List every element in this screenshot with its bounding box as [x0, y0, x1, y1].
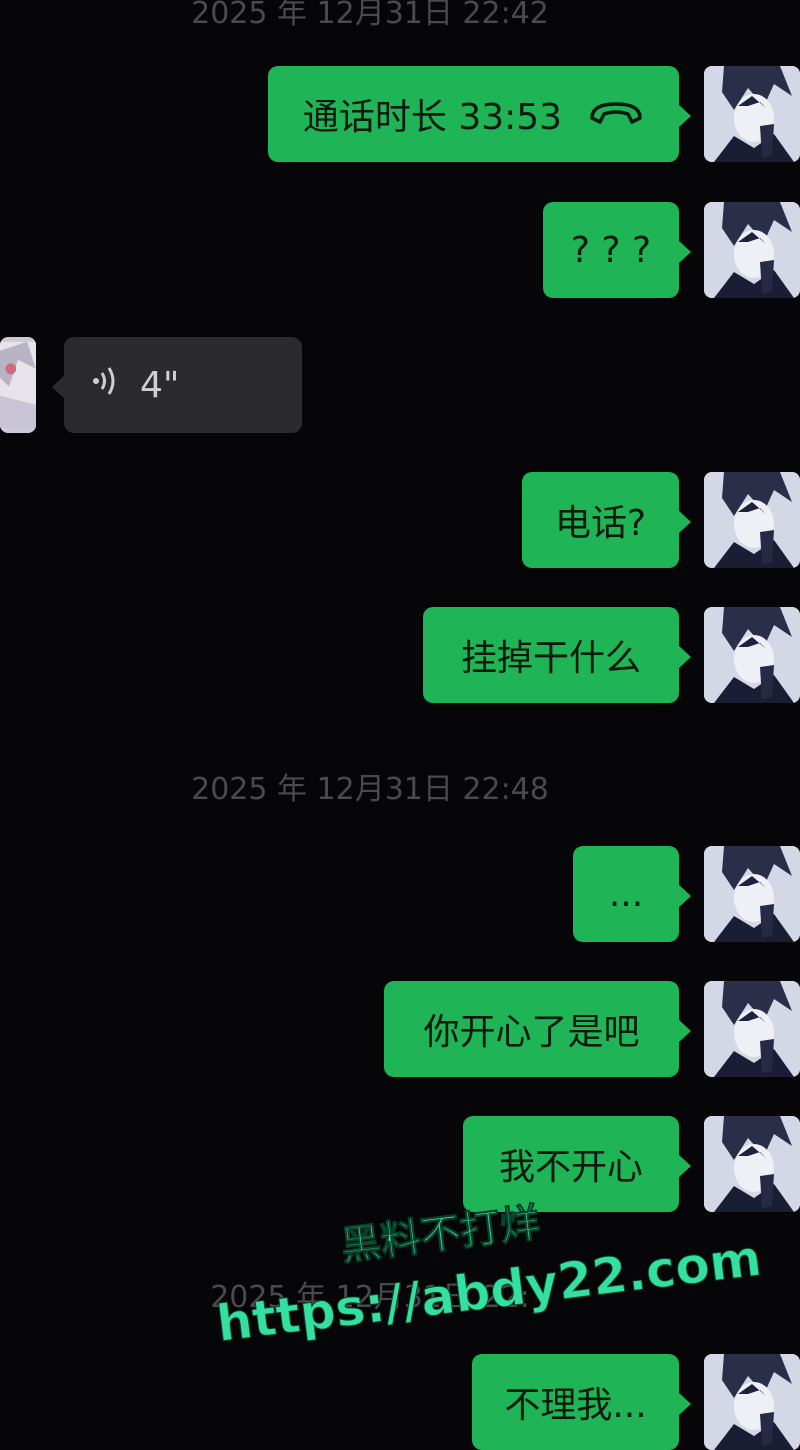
voice-bubble[interactable]: 4" [52, 337, 302, 433]
call-bubble[interactable]: 通话时长 33:53 [268, 66, 691, 162]
message-bubble[interactable]: ... [573, 846, 691, 942]
voice-duration: 4" [140, 364, 180, 406]
avatar-me[interactable] [704, 846, 800, 942]
call-duration-text: 通话时长 33:53 [302, 97, 563, 138]
avatar-me[interactable] [704, 607, 800, 703]
message-bubble[interactable]: 挂掉干什么 [423, 607, 691, 703]
avatar-me[interactable] [704, 66, 800, 162]
avatar-me[interactable] [704, 1116, 800, 1212]
avatar-me[interactable] [704, 202, 800, 298]
voice-wave-icon [92, 363, 120, 408]
timestamp-top: 2025 年 12月31日 22:42 [191, 0, 549, 31]
message-bubble[interactable]: 你开心了是吧 [384, 981, 691, 1077]
avatar-me[interactable] [704, 1354, 800, 1450]
hang-up-phone-icon [588, 94, 644, 135]
avatar-me[interactable] [704, 472, 800, 568]
message-bubble[interactable]: 电话? [522, 472, 691, 568]
avatar-me[interactable] [704, 981, 800, 1077]
message-bubble[interactable]: ? ? ? [543, 202, 691, 298]
avatar-other[interactable] [0, 337, 36, 433]
message-bubble[interactable]: 不理我... [472, 1354, 691, 1450]
timestamp-middle: 2025 年 12月31日 22:48 [191, 772, 549, 807]
